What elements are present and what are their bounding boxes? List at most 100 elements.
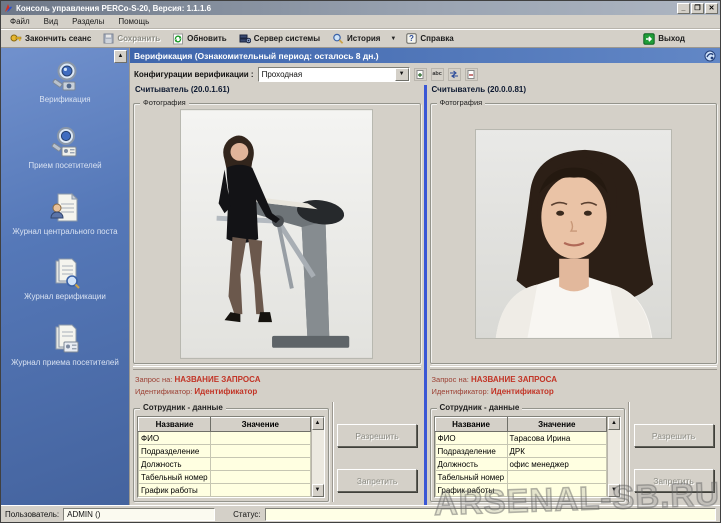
field-name-cell: График работы (139, 484, 211, 497)
user-label: Пользователь: (5, 510, 59, 519)
minimize-button[interactable]: _ (677, 3, 690, 14)
reader-panels: Считыватель (20.0.1.61) Фотография (130, 85, 720, 505)
scroll-down-icon[interactable]: ▼ (608, 484, 620, 497)
table-row[interactable]: Подразделение (139, 445, 311, 458)
table-row[interactable]: ФИОТарасова Ирина (435, 432, 607, 445)
allow-button[interactable]: Разрешить (337, 424, 417, 447)
sidebar-item-verification-log[interactable]: Журнал верификации (2, 257, 128, 302)
identifier-value: Идентификатор (491, 387, 554, 396)
table-row[interactable]: График работы (139, 484, 311, 497)
sidebar-item-verification[interactable]: Верификация (2, 60, 128, 105)
deny-button[interactable]: Запретить (337, 469, 417, 492)
employee-row: Сотрудник - данные Название Значение ФИО… (133, 402, 421, 505)
server-button[interactable]: Сервер системы (234, 32, 325, 45)
menu-help[interactable]: Помощь (111, 16, 156, 27)
scroll-down-icon[interactable]: ▼ (312, 484, 324, 497)
config-label: Конфигурации верификации : (134, 70, 254, 79)
table-row[interactable]: Должностьофис менеджер (435, 458, 607, 471)
sidebar-item-visitor-log[interactable]: Журнал приема посетителей (2, 323, 128, 368)
rename-config-button[interactable]: abc (431, 68, 444, 81)
photo-group-legend: Фотография (140, 98, 189, 107)
panel-divider (133, 366, 421, 370)
menu-file[interactable]: Файл (3, 16, 37, 27)
section-caption: Верификация (Ознакомительный период: ост… (130, 48, 720, 63)
scroll-up-icon[interactable]: ▲ (312, 417, 324, 430)
col-header-value[interactable]: Значение (507, 418, 606, 432)
scrollbar-track[interactable] (608, 430, 620, 484)
sidebar-item-label: Прием посетителей (28, 162, 101, 171)
reader-caption: Считыватель (20.0.1.61) (133, 85, 421, 98)
turnstile-photo (180, 109, 373, 359)
section-caption-text: Верификация (Ознакомительный период: ост… (134, 51, 704, 61)
menu-view[interactable]: Вид (37, 16, 65, 27)
table-scrollbar[interactable]: ▲ ▼ (311, 417, 324, 497)
col-header-name[interactable]: Название (139, 418, 211, 432)
scroll-up-icon[interactable]: ▲ (608, 417, 620, 430)
floppy-icon (103, 33, 114, 44)
table-scrollbar[interactable]: ▲ ▼ (607, 417, 620, 497)
status-field (265, 508, 716, 521)
sidebar-item-central-post-log[interactable]: Журнал центрального поста (2, 192, 128, 237)
sidebar-scroll-up-button[interactable]: ▲ (114, 50, 127, 63)
rename-config-icon: abc (432, 71, 441, 77)
employee-row: Сотрудник - данные Название Значение ФИО… (430, 402, 718, 505)
photo-groupbox: Фотография (133, 103, 421, 364)
setup-config-icon (449, 70, 459, 79)
request-value: НАЗВАНИЕ ЗАПРОСА (174, 375, 260, 384)
scrollbar-track[interactable] (312, 430, 324, 484)
delete-config-button[interactable] (465, 68, 478, 81)
exit-button[interactable]: Выход (638, 32, 690, 46)
table-row[interactable]: Табельный номер (435, 471, 607, 484)
save-button[interactable]: Сохранить (98, 32, 165, 45)
col-header-name[interactable]: Название (435, 418, 507, 432)
employee-table: Название Значение ФИОТарасова ИринаПодра… (435, 417, 608, 497)
employee-group-legend: Сотрудник - данные (140, 403, 226, 412)
table-row[interactable]: ПодразделениеДРК (435, 445, 607, 458)
identifier-label: Идентификатор: (432, 387, 489, 396)
add-config-button[interactable] (414, 68, 427, 81)
reader-panel-left: Считыватель (20.0.1.61) Фотография (130, 85, 424, 505)
close-button[interactable]: ✕ (705, 3, 718, 14)
sidebar-item-label: Журнал центрального поста (12, 228, 117, 237)
col-header-value[interactable]: Значение (211, 418, 310, 432)
employee-group-legend: Сотрудник - данные (437, 403, 523, 412)
restore-button[interactable]: ❐ (691, 3, 704, 14)
history-dropdown-arrow[interactable]: ▼ (387, 36, 399, 42)
sidebar-item-label: Верификация (39, 96, 90, 105)
setup-config-button[interactable] (448, 68, 461, 81)
table-row[interactable]: График работы (435, 484, 607, 497)
field-name-cell: Должность (139, 458, 211, 471)
user-field: ADMIN () (63, 508, 215, 521)
menu-sections[interactable]: Разделы (65, 16, 111, 27)
table-row[interactable]: Табельный номер (139, 471, 311, 484)
visitor-log-icon (48, 323, 82, 355)
table-row[interactable]: ФИО (139, 432, 311, 445)
employee-table-wrap: Название Значение ФИОТарасова ИринаПодра… (434, 416, 622, 498)
delete-config-icon (467, 70, 476, 79)
combo-dropdown-arrow[interactable]: ▼ (395, 68, 409, 81)
allow-button[interactable]: Разрешить (634, 424, 714, 447)
panel-divider (430, 366, 718, 370)
refresh-button[interactable]: Обновить (167, 32, 232, 46)
deny-button[interactable]: Запретить (634, 469, 714, 492)
field-value-cell (211, 445, 310, 458)
window-title: Консоль управления PERCo-S-20, Версия: 1… (16, 4, 676, 13)
reader-panel-right: Считыватель (20.0.0.81) Фотография (427, 85, 721, 505)
content-area: ▲ Верификация (1, 48, 720, 505)
sidebar-item-label: Журнал верификации (24, 293, 106, 302)
field-value-cell (211, 484, 310, 497)
verification-log-icon (48, 257, 82, 289)
history-button[interactable]: История (327, 32, 385, 46)
verification-config-select[interactable]: Проходная ▼ (258, 67, 410, 82)
app-logo-icon (3, 3, 13, 13)
field-value-cell: офис менеджер (507, 458, 606, 471)
field-name-cell: ФИО (139, 432, 211, 445)
status-label: Статус: (233, 510, 261, 519)
help-button[interactable]: ? Справка (401, 32, 458, 45)
end-session-button[interactable]: Закончить сеанс (5, 32, 96, 45)
table-row[interactable]: Должность (139, 458, 311, 471)
field-value-cell: Тарасова Ирина (507, 432, 606, 445)
section-icon (704, 50, 716, 62)
field-name-cell: ФИО (435, 432, 507, 445)
sidebar-item-visitors[interactable]: Прием посетителей (2, 126, 128, 171)
